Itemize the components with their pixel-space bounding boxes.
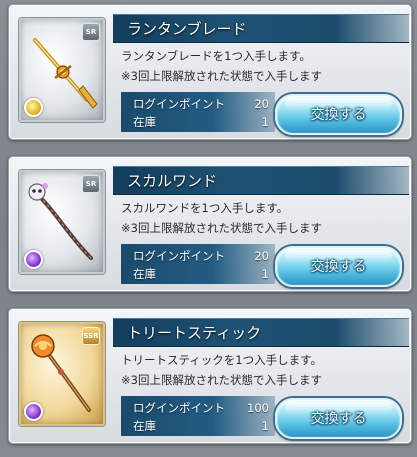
- cost-info-panel: ログインポイント 20 在庫 1: [121, 244, 275, 284]
- cost-row: ログインポイント 20: [133, 95, 269, 113]
- shop-item-card: SR スカルワンド スカルワンドを1つ入手します。 ※3回上限解放された状態で入…: [8, 156, 412, 292]
- dark-element-icon: [24, 250, 43, 269]
- stock-value: 1: [261, 267, 269, 281]
- exchange-button[interactable]: 交換する: [275, 398, 402, 439]
- cost-value: 100: [247, 401, 269, 415]
- item-thumbnail[interactable]: SR: [19, 170, 105, 274]
- rarity-badge: SR: [82, 23, 100, 41]
- item-name: スカルワンド: [127, 172, 218, 190]
- exchange-button-label: 交換する: [310, 411, 367, 427]
- stock-value: 1: [261, 419, 269, 433]
- item-thumbnail[interactable]: SSR: [19, 322, 105, 426]
- stock-label: 在庫: [133, 115, 156, 129]
- shop-item-card: SR ランタンブレード ランタンブレードを1つ入手します。 ※3回上限解放された…: [8, 4, 412, 140]
- exchange-button[interactable]: 交換する: [275, 246, 402, 287]
- stock-label: 在庫: [133, 267, 156, 281]
- description-note: ※3回上限解放された状態で入手します: [121, 221, 322, 235]
- item-name: ランタンブレード: [127, 20, 247, 38]
- exchange-button-label: 交換する: [310, 259, 367, 275]
- item-thumbnail[interactable]: SR: [19, 18, 105, 122]
- item-title-bar: スカルワンド: [113, 166, 409, 195]
- cost-label: ログインポイント: [133, 97, 225, 111]
- description-line: トリートスティックを1つ入手します。: [121, 353, 322, 367]
- cost-value: 20: [254, 97, 269, 111]
- exchange-button[interactable]: 交換する: [275, 94, 402, 135]
- cost-info-panel: ログインポイント 20 在庫 1: [121, 92, 275, 132]
- description-line: スカルワンドを1つ入手します。: [121, 201, 289, 215]
- item-name: トリートスティック: [127, 324, 262, 342]
- cost-row: ログインポイント 20: [133, 247, 269, 265]
- description-note: ※3回上限解放された状態で入手します: [121, 69, 322, 83]
- rarity-badge: SR: [82, 175, 100, 193]
- item-description: スカルワンドを1つ入手します。 ※3回上限解放された状態で入手します: [121, 198, 322, 238]
- dark-element-icon: [24, 402, 43, 421]
- item-description: トリートスティックを1つ入手します。 ※3回上限解放された状態で入手します: [121, 350, 322, 390]
- cost-label: ログインポイント: [133, 249, 225, 263]
- item-title-bar: トリートスティック: [113, 318, 409, 347]
- cost-row: ログインポイント 100: [133, 399, 269, 417]
- item-title-bar: ランタンブレード: [113, 14, 409, 43]
- stock-label: 在庫: [133, 419, 156, 433]
- description-note: ※3回上限解放された状態で入手します: [121, 373, 322, 387]
- stock-row: 在庫 1: [133, 113, 269, 131]
- stock-row: 在庫 1: [133, 417, 269, 435]
- cost-label: ログインポイント: [133, 401, 225, 415]
- stock-value: 1: [261, 115, 269, 129]
- description-line: ランタンブレードを1つ入手します。: [121, 49, 311, 63]
- stock-row: 在庫 1: [133, 265, 269, 283]
- rarity-badge: SSR: [82, 327, 100, 345]
- item-description: ランタンブレードを1つ入手します。 ※3回上限解放された状態で入手します: [121, 46, 322, 86]
- cost-info-panel: ログインポイント 100 在庫 1: [121, 396, 275, 436]
- light-element-icon: [24, 98, 43, 117]
- shop-item-card: SSR トリートスティック トリートスティックを1つ入手します。 ※3回上限解放…: [8, 308, 412, 444]
- exchange-button-label: 交換する: [310, 107, 367, 123]
- cost-value: 20: [254, 249, 269, 263]
